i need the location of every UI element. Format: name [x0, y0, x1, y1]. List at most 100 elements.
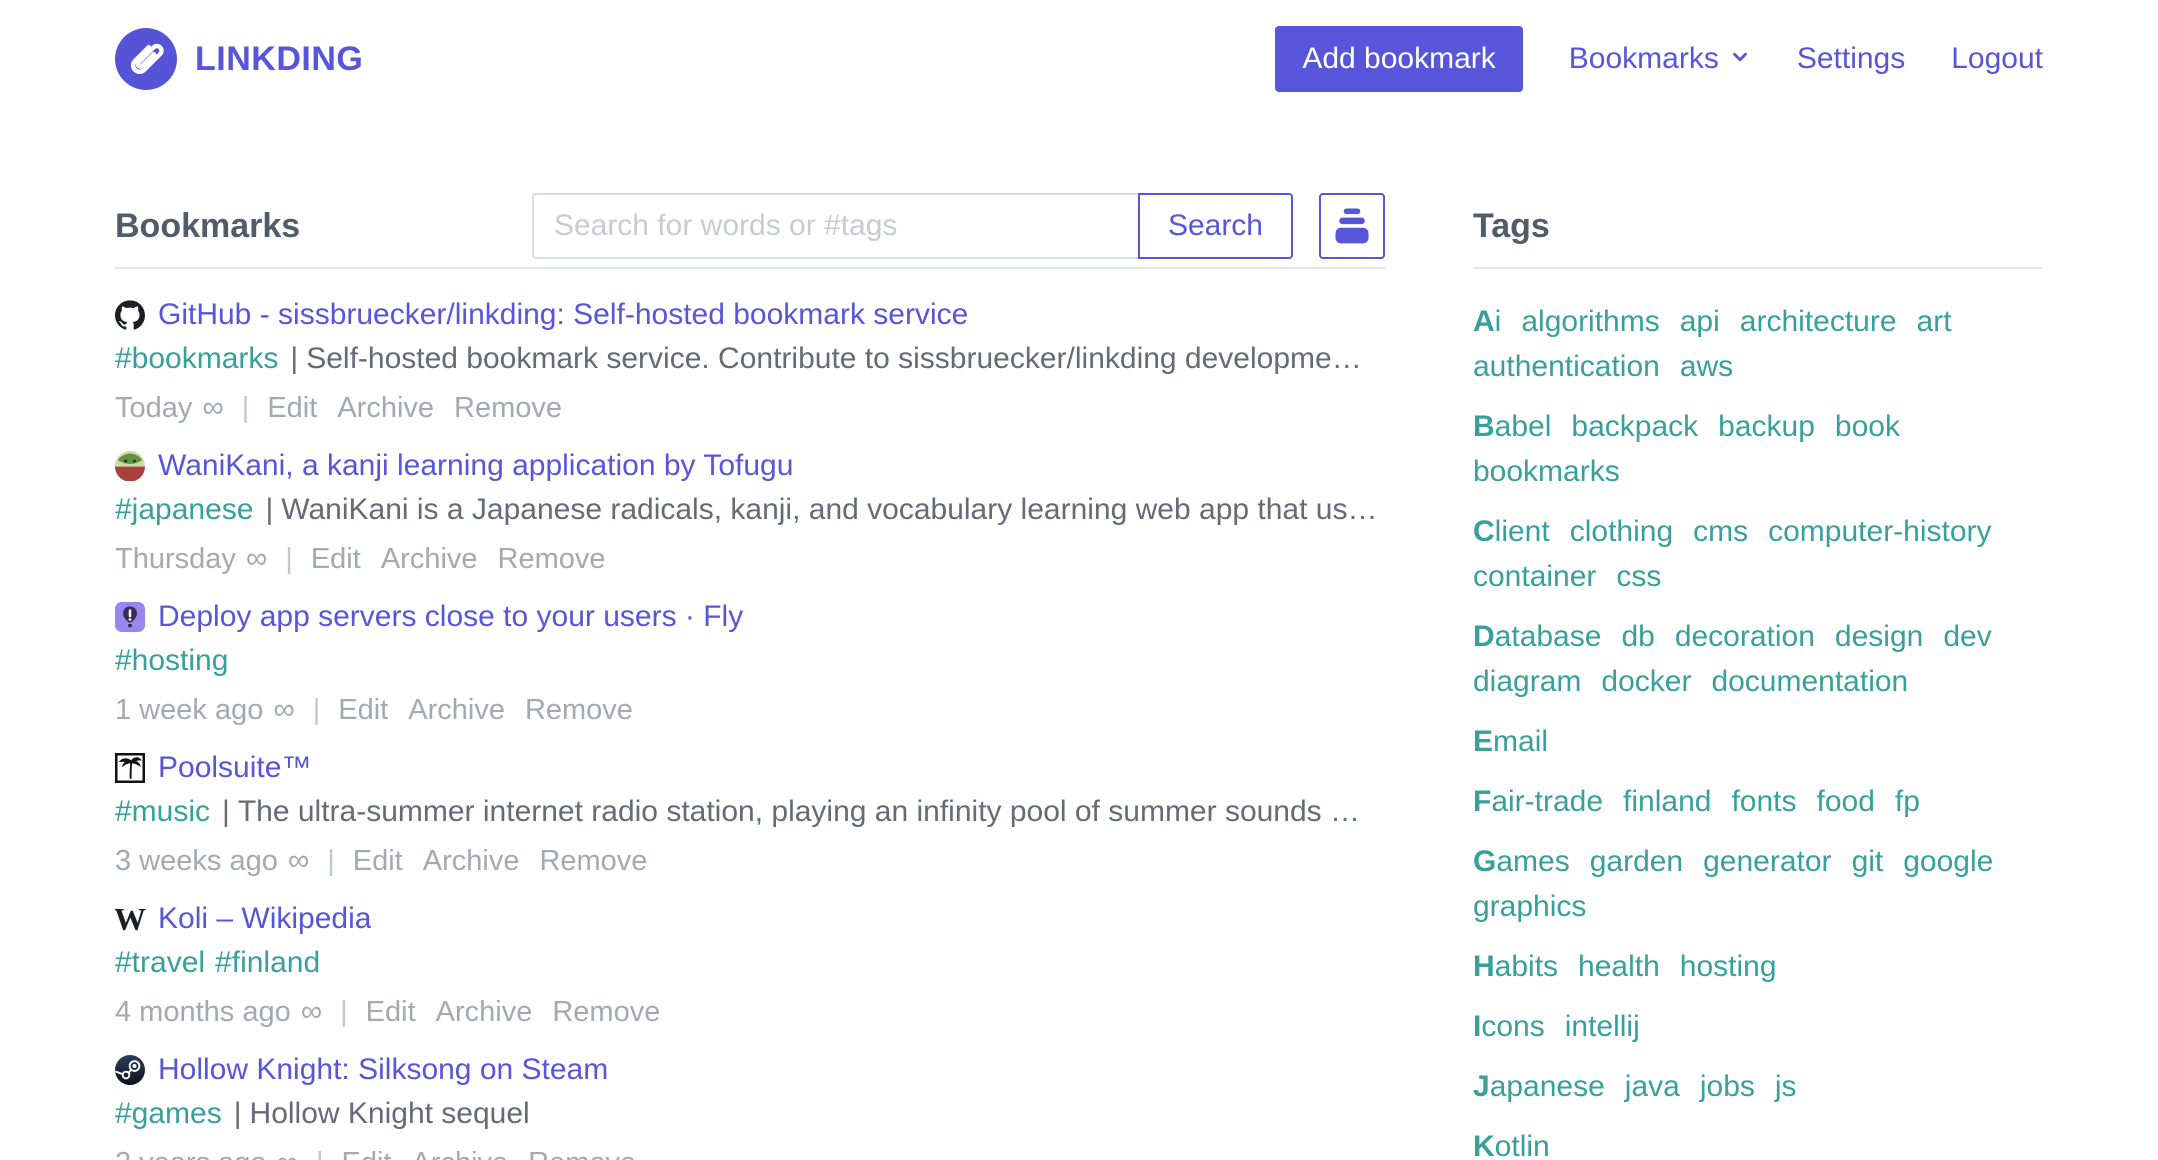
tag-link[interactable]: java [1625, 1064, 1680, 1109]
tag-link[interactable]: jobs [1700, 1064, 1755, 1109]
bookmark-tag-link[interactable]: #travel [115, 946, 205, 979]
bookmark-title-link[interactable]: WaniKani, a kanji learning application b… [158, 444, 793, 488]
permalink-infinity-icon[interactable]: ∞ [246, 537, 267, 581]
tag-link[interactable]: Games [1473, 839, 1570, 884]
tag-link[interactable]: decoration [1675, 614, 1815, 659]
tag-link[interactable]: Client [1473, 509, 1550, 554]
permalink-infinity-icon[interactable]: ∞ [202, 386, 223, 430]
bookmark-tag-link[interactable]: #games [115, 1097, 222, 1130]
bookmark-description-row: #games|Hollow Knight sequel [115, 1092, 1385, 1141]
tag-link[interactable]: Fair-trade [1473, 779, 1603, 824]
remove-bookmark-link[interactable]: Remove [552, 990, 660, 1034]
tag-link[interactable]: js [1775, 1064, 1797, 1109]
tag-link[interactable]: fp [1895, 779, 1920, 824]
tag-link[interactable]: design [1835, 614, 1923, 659]
tag-link[interactable]: db [1621, 614, 1654, 659]
tag-link[interactable]: diagram [1473, 659, 1581, 704]
edit-bookmark-link[interactable]: Edit [353, 839, 403, 883]
tag-link[interactable]: Icons [1473, 1004, 1545, 1049]
edit-bookmark-link[interactable]: Edit [267, 386, 317, 430]
tag-link[interactable]: Japanese [1473, 1064, 1605, 1109]
tag-link[interactable]: food [1817, 779, 1875, 824]
tag-link[interactable]: architecture [1740, 299, 1897, 344]
bookmark-tag-link[interactable]: #japanese [115, 493, 253, 526]
remove-bookmark-link[interactable]: Remove [539, 839, 647, 883]
archive-bookmark-link[interactable]: Archive [408, 688, 505, 732]
permalink-infinity-icon[interactable]: ∞ [277, 1141, 298, 1160]
edit-bookmark-link[interactable]: Edit [338, 688, 388, 732]
remove-bookmark-link[interactable]: Remove [528, 1141, 636, 1160]
tag-link[interactable]: container [1473, 554, 1596, 599]
tag-link[interactable]: graphics [1473, 884, 1586, 929]
tag-link[interactable]: dev [1943, 614, 1991, 659]
tag-link[interactable]: fonts [1731, 779, 1796, 824]
add-bookmark-button[interactable]: Add bookmark [1275, 26, 1522, 92]
tag-link[interactable]: cms [1693, 509, 1748, 554]
tag-link[interactable]: Email [1473, 719, 1548, 764]
bookmark-title-link[interactable]: GitHub - sissbruecker/linkding: Self-hos… [158, 293, 968, 337]
bookmark-meta-row: Thursday∞|EditArchiveRemove [115, 537, 1385, 581]
bookmark-description-row: #music|The ultra-summer internet radio s… [115, 790, 1385, 839]
tag-link[interactable]: backpack [1571, 404, 1698, 449]
bookmark-item: Poolsuite™#music|The ultra-summer intern… [115, 746, 1385, 883]
bookmark-title-link[interactable]: Poolsuite™ [158, 746, 311, 790]
tag-link[interactable]: css [1616, 554, 1661, 599]
tag-link[interactable]: google [1903, 839, 1993, 884]
bookmark-title-link[interactable]: Hollow Knight: Silksong on Steam [158, 1048, 608, 1092]
remove-bookmark-link[interactable]: Remove [525, 688, 633, 732]
tag-link[interactable]: documentation [1711, 659, 1908, 704]
bookmark-tag-link[interactable]: #bookmarks [115, 342, 278, 375]
tag-link[interactable]: bookmarks [1473, 449, 1620, 494]
archive-bookmark-link[interactable]: Archive [423, 839, 520, 883]
edit-bookmark-link[interactable]: Edit [366, 990, 416, 1034]
tag-link[interactable]: Database [1473, 614, 1601, 659]
brand-link[interactable]: LINKDING [115, 28, 363, 90]
remove-bookmark-link[interactable]: Remove [498, 537, 606, 581]
tag-link[interactable]: generator [1703, 839, 1831, 884]
tag-link[interactable]: backup [1718, 404, 1815, 449]
tag-link[interactable]: api [1680, 299, 1720, 344]
tag-link[interactable]: garden [1590, 839, 1683, 884]
tag-link[interactable]: art [1917, 299, 1952, 344]
nav-settings[interactable]: Settings [1797, 42, 1905, 76]
nav-logout[interactable]: Logout [1951, 42, 2043, 76]
tag-link[interactable]: computer-history [1768, 509, 1991, 554]
archive-bookmark-link[interactable]: Archive [411, 1141, 508, 1160]
tag-link[interactable]: Habits [1473, 944, 1558, 989]
tag-link[interactable]: Ai [1473, 299, 1501, 344]
nav-bookmarks[interactable]: Bookmarks [1569, 42, 1751, 76]
archived-bookmarks-button[interactable] [1319, 193, 1385, 259]
tag-link[interactable]: finland [1623, 779, 1711, 824]
archive-bookmark-link[interactable]: Archive [381, 537, 478, 581]
tag-link[interactable]: clothing [1570, 509, 1673, 554]
tag-link[interactable]: algorithms [1521, 299, 1659, 344]
bookmark-title-link[interactable]: Deploy app servers close to your users ·… [158, 595, 743, 639]
tag-link[interactable]: git [1852, 839, 1884, 884]
bookmark-title-link[interactable]: Koli – Wikipedia [158, 897, 371, 941]
tags-title: Tags [1473, 207, 1550, 246]
tag-link[interactable]: authentication [1473, 344, 1660, 389]
edit-bookmark-link[interactable]: Edit [341, 1141, 391, 1160]
edit-bookmark-link[interactable]: Edit [311, 537, 361, 581]
search-button[interactable]: Search [1138, 193, 1293, 259]
search-input[interactable] [532, 193, 1140, 259]
bookmark-tag-link[interactable]: #hosting [115, 644, 228, 677]
permalink-infinity-icon[interactable]: ∞ [288, 839, 309, 883]
tag-link[interactable]: docker [1601, 659, 1691, 704]
permalink-infinity-icon[interactable]: ∞ [273, 688, 294, 732]
tag-link[interactable]: Babel [1473, 404, 1551, 449]
fly-favicon-icon [115, 602, 145, 632]
permalink-infinity-icon[interactable]: ∞ [301, 990, 322, 1034]
remove-bookmark-link[interactable]: Remove [454, 386, 562, 430]
tag-link[interactable]: intellij [1565, 1004, 1640, 1049]
bookmark-tag-link[interactable]: #music [115, 795, 210, 828]
bookmark-tag-link[interactable]: #finland [215, 946, 320, 979]
tag-link[interactable]: Kotlin [1473, 1124, 1550, 1160]
tag-link[interactable]: book [1835, 404, 1900, 449]
tag-link[interactable]: health [1578, 944, 1660, 989]
poolsuite-favicon-icon [115, 753, 145, 783]
archive-bookmark-link[interactable]: Archive [337, 386, 434, 430]
tag-link[interactable]: aws [1680, 344, 1733, 389]
archive-bookmark-link[interactable]: Archive [436, 990, 533, 1034]
tag-link[interactable]: hosting [1680, 944, 1777, 989]
